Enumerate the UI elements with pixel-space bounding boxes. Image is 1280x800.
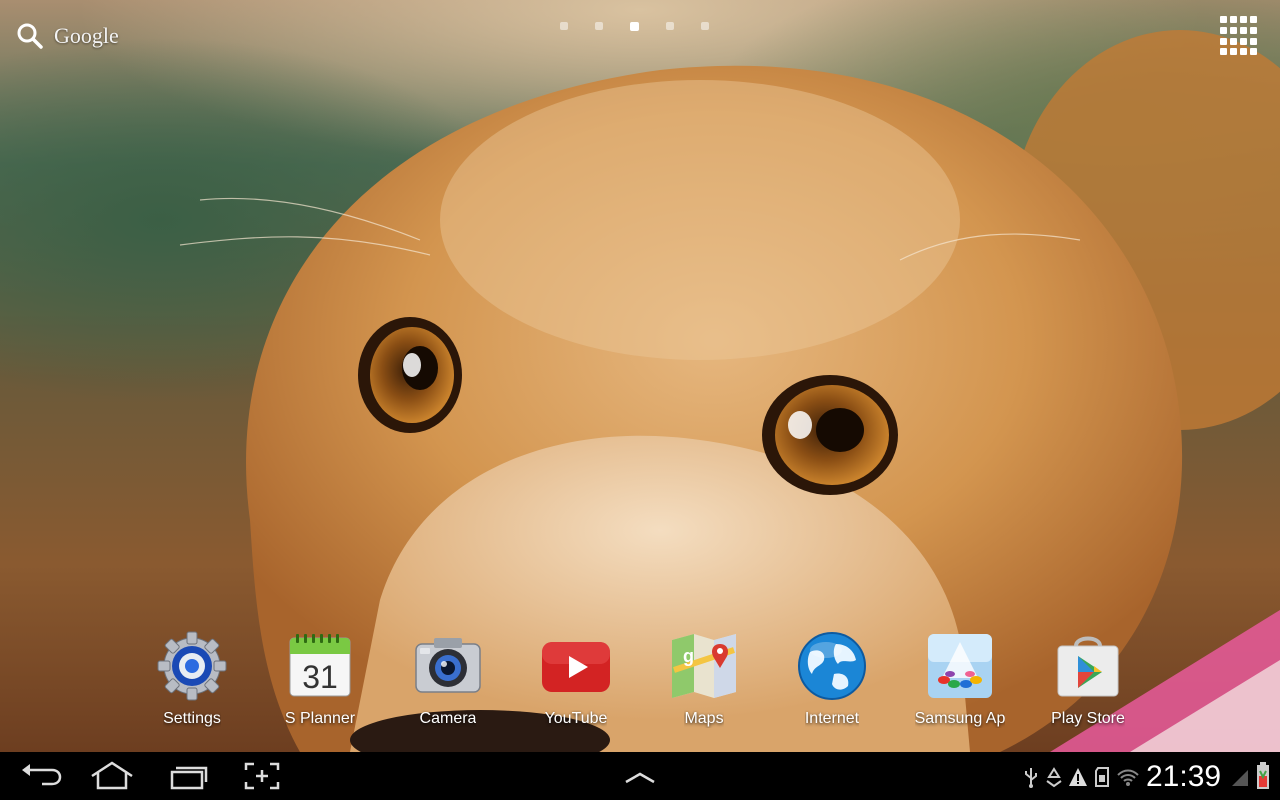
page-dot (701, 22, 709, 30)
settings-icon (157, 631, 227, 701)
app-internet[interactable]: Internet (777, 630, 887, 730)
app-label: Play Store (1051, 710, 1125, 727)
app-label: Internet (804, 710, 860, 727)
app-camera[interactable]: Camera (393, 630, 503, 730)
sd-card-icon (1095, 767, 1109, 787)
calendar-icon: 31 (289, 634, 351, 697)
maps-icon: g (672, 634, 736, 698)
camera-icon (415, 638, 481, 693)
up-chevron-icon (625, 772, 655, 784)
clock: 21:39 (1146, 760, 1222, 793)
youtube-icon (542, 642, 610, 692)
globe-icon (798, 632, 866, 700)
calendar-day: 31 (302, 659, 338, 695)
wifi-icon (1117, 769, 1139, 786)
page-indicator (560, 22, 709, 31)
back-icon (22, 764, 62, 786)
recycle-icon (1046, 767, 1062, 788)
app-maps[interactable]: g Maps (649, 630, 759, 730)
warning-icon (1069, 768, 1087, 786)
screenshot-icon (244, 762, 280, 790)
search-icon (17, 23, 43, 49)
app-label: YouTube (544, 710, 608, 727)
signal-icon (1232, 770, 1248, 786)
app-youtube[interactable]: YouTube (521, 630, 631, 730)
app-label: Maps (684, 710, 724, 727)
recent-apps-icon (170, 766, 208, 790)
apps-grid-icon[interactable] (1220, 16, 1260, 56)
app-samsung-apps[interactable]: Samsung Ap (905, 630, 1015, 730)
page-dot (595, 22, 603, 30)
system-navigation-bar: 21:39 (0, 752, 1280, 800)
home-icon (91, 761, 133, 790)
app-drawer-toggle[interactable] (612, 760, 668, 792)
page-dot-active (630, 22, 639, 31)
usb-icon (1025, 768, 1037, 788)
screenshot-button[interactable] (234, 760, 290, 792)
google-search-bar[interactable]: Google (16, 20, 119, 52)
app-label: Settings (163, 710, 221, 727)
app-settings[interactable]: Settings (137, 630, 247, 730)
back-button[interactable] (12, 760, 68, 792)
play-store-icon (1057, 636, 1119, 697)
app-play-store[interactable]: Play Store (1033, 630, 1143, 730)
page-dot (560, 22, 568, 30)
app-dock: Settings 31 S Planner Camera YouTube g M… (0, 630, 1280, 735)
home-button[interactable] (84, 760, 140, 792)
app-label: Samsung Ap (914, 710, 1006, 727)
svg-text:g: g (683, 646, 694, 666)
battery-icon (1257, 762, 1269, 789)
app-label: Camera (419, 710, 477, 727)
page-dot (666, 22, 674, 30)
google-search-label: Google (54, 23, 119, 48)
recent-apps-button[interactable] (158, 760, 214, 792)
app-label: S Planner (284, 710, 356, 727)
app-s-planner[interactable]: 31 S Planner (265, 630, 375, 730)
samsung-apps-icon (928, 634, 992, 698)
